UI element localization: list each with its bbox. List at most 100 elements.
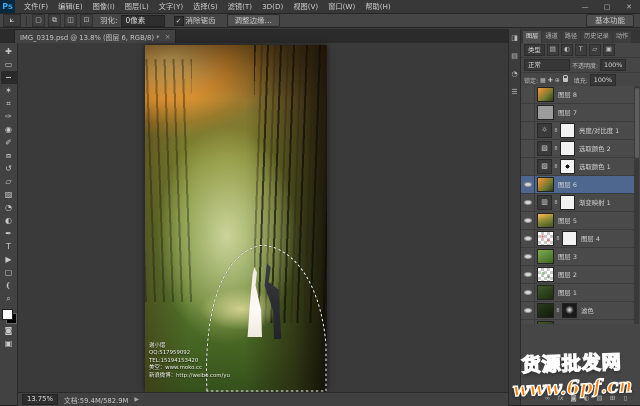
link-layers-icon[interactable]: ∞ (543, 394, 552, 402)
menu-edit[interactable]: 编辑(E) (53, 0, 88, 13)
layer-row[interactable]: 图层 5 (521, 212, 634, 230)
color-swatches[interactable] (1, 308, 17, 324)
visibility-toggle[interactable] (521, 158, 535, 175)
adjustment-layer-icon[interactable]: ▥ (537, 195, 552, 210)
collapsed-panel-styles-icon[interactable]: ◔ (510, 69, 520, 79)
tab-history[interactable]: 历史记录 (581, 31, 612, 43)
lock-pixels-icon[interactable]: ✚ (548, 77, 553, 84)
minimize-button[interactable]: — (574, 0, 596, 13)
layer-row-background[interactable]: 背景 (521, 320, 634, 324)
layer-thumbnail[interactable] (537, 231, 554, 246)
layer-mask-thumbnail[interactable] (562, 303, 577, 318)
menu-3d[interactable]: 3D(D) (257, 0, 288, 13)
foreground-color-swatch[interactable] (2, 309, 13, 320)
tab-paths[interactable]: 路径 (562, 31, 580, 43)
layer-name[interactable]: 选取颜色 2 (579, 144, 611, 153)
type-tool[interactable]: T (1, 240, 17, 253)
layer-name[interactable]: 亮度/对比度 1 (579, 126, 619, 135)
menu-view[interactable]: 视图(V) (288, 0, 323, 13)
layer-name[interactable]: 图层 2 (558, 270, 577, 279)
dodge-tool[interactable]: ◐ (1, 214, 17, 227)
filter-shape-layers-icon[interactable]: ▱ (589, 44, 601, 56)
layer-mask-thumbnail[interactable] (560, 159, 575, 174)
pen-tool[interactable]: ✒ (1, 227, 17, 240)
clone-stamp-tool[interactable]: ⧈ (1, 149, 17, 162)
refine-edge-button[interactable]: 调整边缘… (227, 14, 281, 27)
feather-input[interactable]: 0像素 (121, 15, 165, 27)
visibility-toggle[interactable] (521, 194, 535, 211)
status-options-arrow-icon[interactable]: ▶ (134, 396, 139, 403)
blend-mode-dropdown[interactable]: 正常 (524, 59, 570, 71)
layer-row[interactable]: 8 滤色 (521, 302, 634, 320)
menu-filter[interactable]: 滤镜(T) (223, 0, 257, 13)
layer-row[interactable]: 8 图层 4 (521, 230, 634, 248)
lock-position-icon[interactable]: ⊕ (555, 77, 560, 84)
layer-name[interactable]: 图层 5 (558, 216, 577, 225)
opacity-input[interactable]: 100% (600, 59, 626, 71)
visibility-toggle[interactable] (521, 176, 535, 193)
visibility-toggle[interactable] (521, 302, 535, 319)
new-group-icon[interactable]: ▤ (595, 394, 604, 402)
filter-smart-objects-icon[interactable]: ▣ (603, 44, 615, 56)
visibility-toggle[interactable] (521, 230, 535, 247)
layer-name[interactable]: 滤色 (581, 306, 594, 315)
marquee-tool[interactable]: ▭ (1, 58, 17, 71)
new-layer-icon[interactable]: ⊞ (608, 394, 617, 402)
layer-mask-thumbnail[interactable] (560, 195, 575, 210)
menu-type[interactable]: 文字(Y) (154, 0, 188, 13)
canvas-area[interactable]: 谢小熠 QQ:517959092 TEL:15194153420 美空：www.… (18, 43, 508, 392)
eyedropper-tool[interactable]: ✑ (1, 110, 17, 123)
layer-thumbnail[interactable] (537, 303, 554, 318)
adjustment-layer-icon[interactable]: ▧ (537, 141, 552, 156)
add-mask-icon[interactable]: ◙ (569, 394, 578, 402)
collapsed-panel-color-icon[interactable]: ◨ (510, 33, 520, 43)
new-selection-icon[interactable]: ▢ (32, 14, 45, 27)
move-tool[interactable]: ✚ (1, 45, 17, 58)
lock-all-icon[interactable] (563, 78, 568, 82)
subtract-from-selection-icon[interactable]: ◫ (64, 14, 77, 27)
layer-row[interactable]: ▧ 8 选取颜色 1 (521, 158, 634, 176)
visibility-toggle[interactable] (521, 140, 535, 157)
layer-row[interactable]: 图层 1 (521, 284, 634, 302)
tab-layers[interactable]: 图层 (523, 31, 541, 43)
visibility-toggle[interactable] (521, 248, 535, 265)
layer-thumbnail[interactable] (537, 213, 554, 228)
wedding-photo[interactable]: 谢小熠 QQ:517959092 TEL:15194153420 美空：www.… (145, 45, 327, 392)
path-select-tool[interactable]: ▶ (1, 253, 17, 266)
tab-actions[interactable]: 动作 (613, 31, 631, 43)
visibility-toggle[interactable] (521, 122, 535, 139)
filter-adjustment-layers-icon[interactable]: ◐ (561, 44, 573, 56)
layer-name[interactable]: 图层 1 (558, 288, 577, 297)
intersect-selection-icon[interactable]: ⊡ (80, 14, 93, 27)
layer-mask-thumbnail[interactable] (560, 141, 575, 156)
layer-row[interactable]: 图层 3 (521, 248, 634, 266)
visibility-toggle[interactable] (521, 104, 535, 121)
layer-thumbnail[interactable] (537, 321, 554, 324)
visibility-toggle[interactable] (521, 212, 535, 229)
visibility-toggle[interactable] (521, 284, 535, 301)
zoom-tool[interactable]: ⌕ (1, 292, 17, 305)
collapsed-panel-info-icon[interactable]: ☰ (510, 87, 520, 97)
blur-tool[interactable]: ◔ (1, 201, 17, 214)
layer-thumbnail[interactable] (537, 177, 554, 192)
layer-thumbnail[interactable] (537, 105, 554, 120)
history-brush-tool[interactable]: ↺ (1, 162, 17, 175)
tab-channels[interactable]: 通道 (542, 31, 560, 43)
layer-thumbnail[interactable] (537, 87, 554, 102)
layer-row[interactable]: ☼ 8 亮度/对比度 1 (521, 122, 634, 140)
lasso-tool[interactable]: ∽ (1, 71, 17, 84)
quick-mask-icon[interactable]: ◙ (1, 324, 17, 337)
layer-name[interactable]: 图层 8 (558, 90, 577, 99)
layer-row-selected[interactable]: 图层 6 (521, 176, 634, 194)
menu-window[interactable]: 窗口(W) (323, 0, 360, 13)
zoom-level-input[interactable]: 13.75% (22, 394, 58, 405)
visibility-toggle[interactable] (521, 266, 535, 283)
layer-thumbnail[interactable] (537, 285, 554, 300)
layer-thumbnail[interactable] (537, 267, 554, 282)
workspace-switcher-button[interactable]: 基本功能 (586, 14, 634, 27)
menu-file[interactable]: 文件(F) (19, 0, 53, 13)
layer-name[interactable]: 图层 4 (581, 234, 600, 243)
healing-brush-tool[interactable]: ◉ (1, 123, 17, 136)
collapsed-panel-adjustments-icon[interactable]: ▤ (510, 51, 520, 61)
new-adjustment-layer-icon[interactable]: ◐ (582, 394, 591, 402)
